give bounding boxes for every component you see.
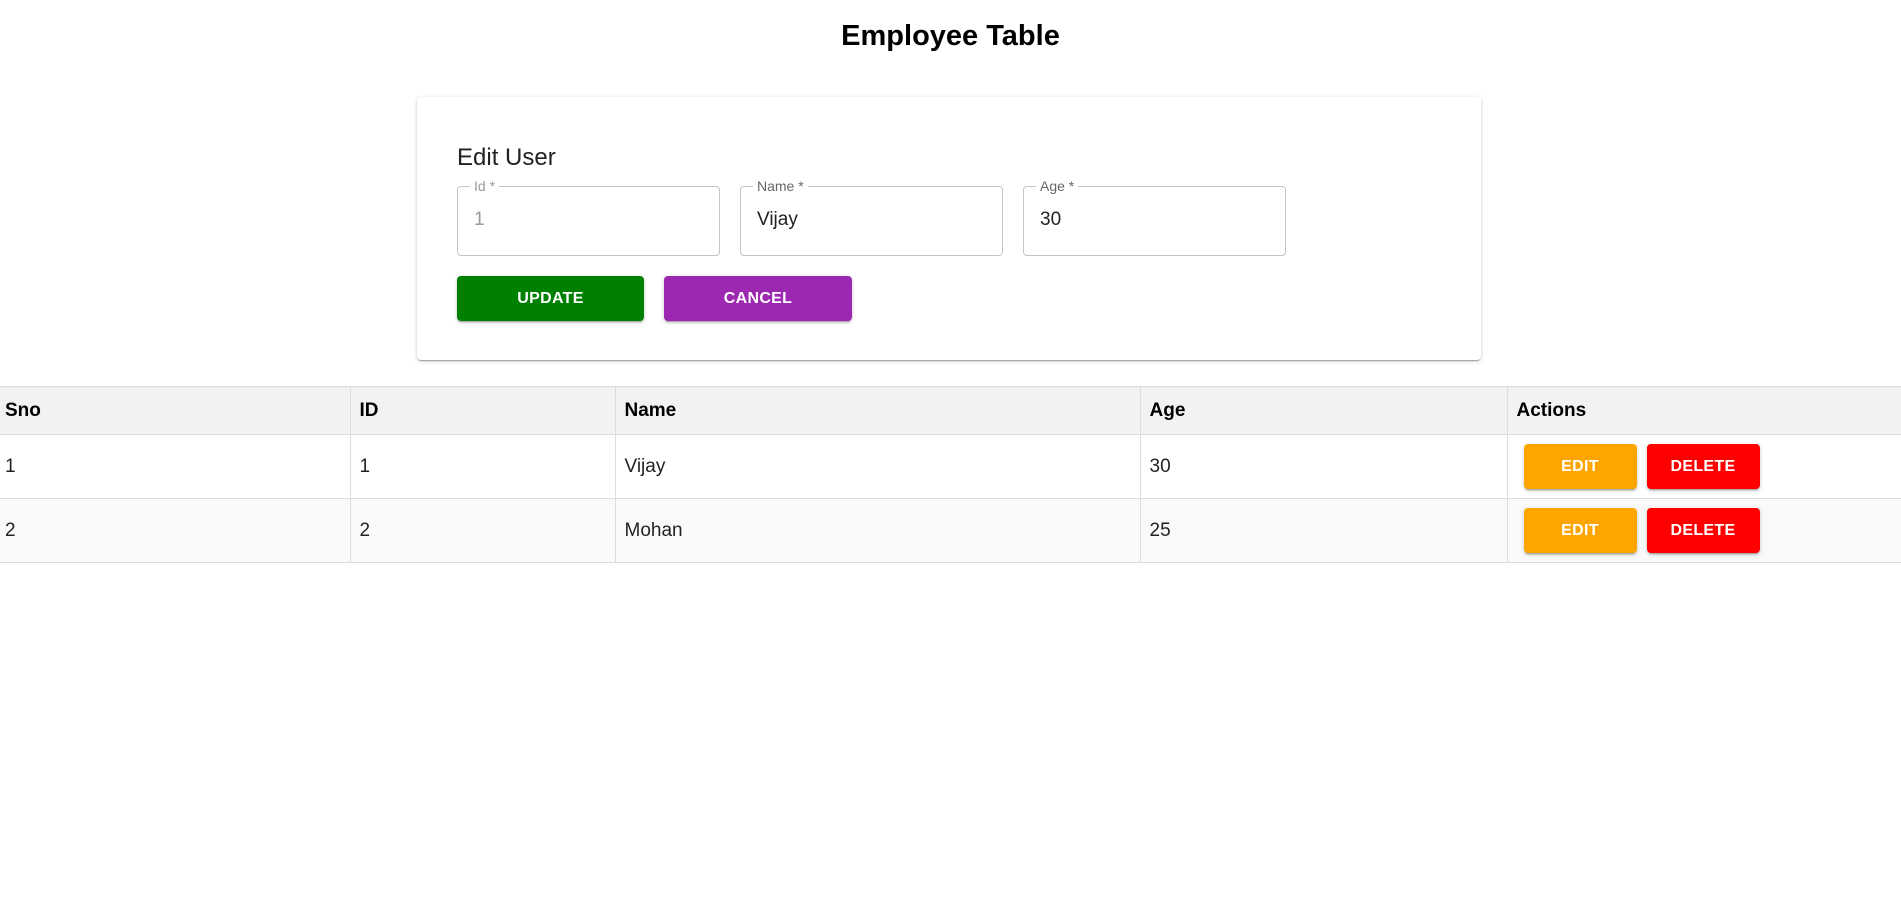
cell-age: 25 (1140, 498, 1508, 563)
cell-actions: EDIT DELETE (1507, 498, 1901, 563)
header-sno: Sno (0, 386, 351, 435)
edit-button[interactable]: EDIT (1523, 444, 1637, 489)
table-row: 1 1 Vijay 30 EDIT DELETE (0, 434, 1901, 499)
table-header-row: Sno ID Name Age Actions (0, 386, 1901, 435)
id-field-label: Id * (470, 178, 500, 194)
table-row: 2 2 Mohan 25 EDIT DELETE (0, 498, 1901, 563)
page-title: Employee Table (841, 20, 1060, 52)
cell-id: 1 (350, 434, 616, 499)
cancel-button[interactable]: CANCEL (664, 276, 852, 321)
update-button[interactable]: UPDATE (457, 276, 644, 321)
id-input (474, 209, 704, 231)
header-age: Age (1140, 386, 1508, 435)
employee-table: Sno ID Name Age Actions 1 1 Vijay 30 EDI… (0, 386, 1901, 563)
age-field-label: Age * (1036, 178, 1079, 194)
name-field-label: Name * (753, 178, 808, 194)
delete-button[interactable]: DELETE (1646, 444, 1760, 489)
delete-button[interactable]: DELETE (1646, 508, 1760, 553)
header-actions: Actions (1507, 386, 1901, 435)
header-id: ID (350, 386, 616, 435)
cell-actions: EDIT DELETE (1507, 434, 1901, 499)
cell-sno: 2 (0, 498, 351, 563)
cell-sno: 1 (0, 434, 351, 499)
age-field[interactable]: Age * (1023, 178, 1286, 256)
cell-name: Mohan (615, 498, 1141, 563)
cell-name: Vijay (615, 434, 1141, 499)
id-field: Id * (457, 178, 720, 256)
age-input[interactable] (1040, 209, 1270, 231)
edit-button[interactable]: EDIT (1523, 508, 1637, 553)
cell-id: 2 (350, 498, 616, 563)
header-name: Name (615, 386, 1141, 435)
edit-user-card: Edit User Id * Name * Age * UPDATE CANCE… (417, 97, 1481, 360)
edit-user-title: Edit User (457, 144, 556, 171)
cell-age: 30 (1140, 434, 1508, 499)
name-input[interactable] (757, 209, 987, 231)
name-field[interactable]: Name * (740, 178, 1003, 256)
